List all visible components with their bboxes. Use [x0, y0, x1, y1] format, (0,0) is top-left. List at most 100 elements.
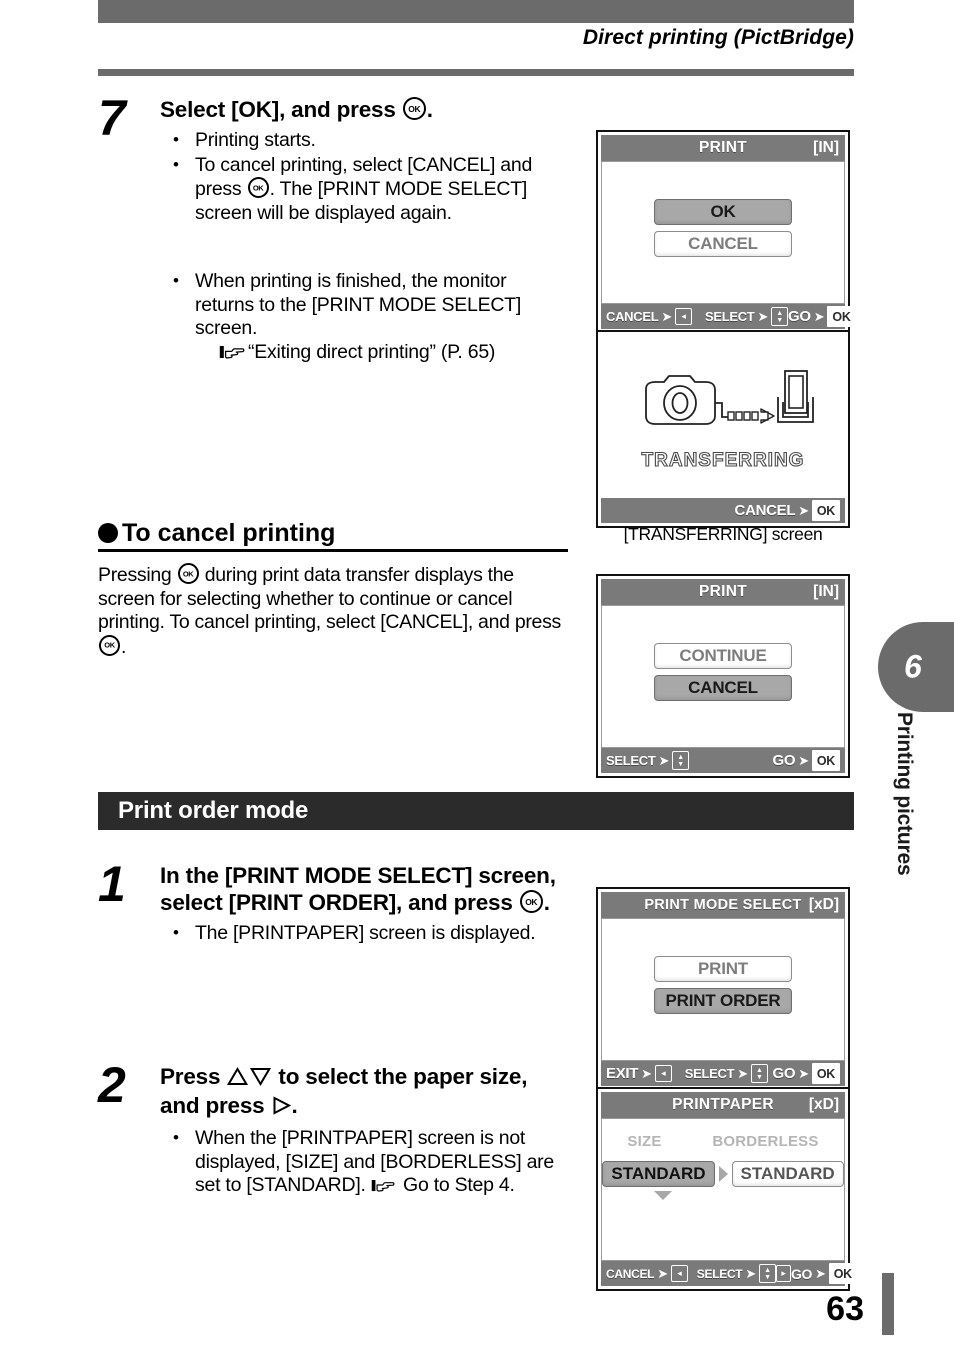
footer-cancel-label: CANCEL	[606, 1266, 655, 1281]
arrow-right-icon: ➤	[815, 1266, 826, 1281]
ok-button-icon	[177, 563, 199, 584]
step-2: 2 Press to select the paper size, and pr…	[98, 1060, 568, 1201]
page-number-rule	[882, 1273, 894, 1335]
bullet-dot-icon	[98, 523, 118, 543]
printpaper-column-labels: SIZE BORDERLESS	[602, 1119, 844, 1150]
lcd-body: OK CANCEL	[601, 161, 845, 304]
lcd-title-text: PRINTPAPER	[672, 1096, 774, 1113]
footer-hint-cancel: CANCEL ➤ ◂	[606, 308, 692, 325]
chevron-down-icon	[653, 1191, 672, 1200]
lcd-option-continue[interactable]: CONTINUE	[654, 643, 792, 669]
arrow-right-triangle-icon	[272, 1094, 291, 1121]
footer-hint-go: GO ➤ OK	[772, 750, 840, 771]
left-key-icon: ◂	[674, 308, 692, 325]
lcd-title-text: PRINT MODE SELECT	[644, 897, 802, 913]
value-borderless[interactable]: STANDARD	[731, 1161, 844, 1187]
arrow-right-icon: ➤	[657, 1266, 668, 1281]
lcd-screen-printpaper: PRINTPAPER [xD] SIZE BORDERLESS STANDARD…	[596, 1087, 857, 1291]
arrow-right-icon: ➤	[745, 1266, 756, 1281]
lcd-card-indicator: [IN]	[813, 139, 839, 156]
camera-to-printer-icon	[645, 370, 814, 425]
chapter-label: Printing pictures	[893, 712, 916, 876]
ok-key-icon: OK	[811, 750, 840, 771]
page-number: 63	[826, 1290, 864, 1328]
footer-go-label: GO	[772, 1065, 796, 1082]
step-7-note: When printing is finished, the monitor r…	[98, 269, 568, 368]
ok-key-icon: OK	[828, 1263, 857, 1284]
lcd-footer-bar: EXIT ➤ ◂ SELECT ➤ ▲ ▼ GO ➤ OK	[601, 1061, 845, 1086]
footer-select-label: SELECT	[606, 753, 656, 768]
arrow-right-icon: ➤	[757, 309, 769, 324]
step-1: 1 In the [PRINT MODE SELECT] screen, sel…	[98, 856, 568, 946]
updown-key-icon: ▲ ▼	[771, 307, 789, 326]
cross-reference-text: “Exiting direct printing” (P. 65)	[248, 340, 496, 363]
lcd-title-bar: PRINTPAPER [xD]	[601, 1092, 845, 1118]
updown-key-icon: ▲ ▼	[672, 751, 690, 770]
arrow-right-icon: ➤	[658, 753, 670, 768]
arrow-right-icon: ➤	[737, 1066, 748, 1081]
footer-select-label: SELECT	[704, 309, 755, 324]
arrow-right-icon: ➤	[798, 1066, 809, 1081]
header-rule	[98, 69, 854, 76]
footer-go-label: GO	[772, 752, 796, 769]
bullet-standard-part2: Go to Step 4.	[397, 1174, 515, 1196]
arrow-right-icon: ➤	[661, 309, 672, 324]
transferring-screen-caption: [TRANSFERRING] screen	[623, 524, 823, 544]
lcd-card-indicator: [xD]	[808, 896, 839, 913]
step-1-title: In the [PRINT MODE SELECT] screen, selec…	[160, 862, 568, 916]
arrow-right-icon: ➤	[641, 1066, 652, 1081]
lcd-body: PRINT PRINT ORDER	[601, 918, 845, 1061]
lcd-body: CONTINUE CANCEL	[601, 605, 845, 748]
transfer-illustration	[601, 335, 845, 446]
lcd-status-text: TRANSFERRING	[641, 449, 805, 471]
lcd-screen-print-continue: PRINT [IN] CONTINUE CANCEL SELECT ➤ ▲ ▼ G…	[596, 574, 850, 778]
step-7-number: 7	[98, 90, 126, 146]
left-key-icon: ◂	[670, 1265, 688, 1282]
pointing-hand-icon	[371, 1177, 395, 1201]
footer-hint-select: SELECT ➤ ▲ ▼	[685, 1064, 768, 1083]
lcd-option-cancel[interactable]: CANCEL	[654, 675, 792, 701]
step-7: 7 Select [OK], and press . Printing star…	[98, 90, 568, 226]
lcd-title-text: PRINT	[699, 139, 747, 156]
footer-cancel-label: CANCEL	[606, 309, 659, 324]
ok-button-icon	[519, 890, 543, 913]
cancel-para-part3: .	[121, 635, 127, 658]
step-7-title: Select [OK], and press .	[160, 96, 568, 123]
step-2-title-a: Press	[160, 1064, 227, 1089]
bullet-cancel-printing: To cancel printing, select [CANCEL] and …	[160, 153, 568, 226]
arrow-right-icon: ➤	[813, 309, 825, 324]
subsection-heading-label: To cancel printing	[122, 519, 336, 547]
lcd-card-indicator: [xD]	[808, 1096, 839, 1113]
arrow-right-icon: ➤	[798, 753, 809, 768]
lcd-title-bar: PRINT [IN]	[601, 579, 845, 605]
footer-cancel-label: CANCEL	[734, 502, 796, 519]
step-2-block: 2 Press to select the paper size, and pr…	[98, 1060, 568, 1202]
step-7-title-period: .	[426, 97, 433, 122]
step-1-number: 1	[98, 856, 126, 912]
cross-reference: “Exiting direct printing” (P. 65)	[195, 341, 568, 368]
footer-exit-label: EXIT	[606, 1065, 639, 1082]
manual-page: Direct printing (PictBridge) 7 Select [O…	[0, 0, 954, 1357]
ok-key-icon: OK	[827, 306, 856, 327]
lcd-option-cancel[interactable]: CANCEL	[654, 231, 792, 257]
lcd-title-text: PRINT	[699, 583, 747, 600]
lcd-option-ok[interactable]: OK	[654, 199, 792, 225]
left-content-column: 7 Select [OK], and press . Printing star…	[98, 90, 568, 368]
lcd-option-print-order[interactable]: PRINT ORDER	[654, 988, 792, 1014]
chevron-right-icon	[718, 1166, 728, 1182]
updown-key-icon: ▲ ▼	[750, 1064, 768, 1083]
step-2-title-period: .	[291, 1093, 298, 1118]
lcd-screen-print-ok: PRINT [IN] OK CANCEL CANCEL ➤ ◂ SELECT ➤…	[596, 130, 856, 334]
ok-button-icon	[402, 97, 426, 120]
header-top-bar	[98, 0, 854, 23]
lcd-body: TRANSFERRING	[601, 335, 845, 495]
step-2-title: Press to select the paper size, and pres…	[160, 1063, 568, 1121]
cancel-para-part1: Pressing	[98, 564, 177, 586]
lcd-body: SIZE BORDERLESS STANDARD STANDARD	[601, 1118, 845, 1261]
footer-hint-select: SELECT ➤ ▲ ▼ ▸	[697, 1264, 791, 1283]
value-size[interactable]: STANDARD	[602, 1161, 715, 1187]
lcd-screen-transferring: TRANSFERRING CANCEL ➤ OK	[596, 330, 850, 528]
lcd-option-print[interactable]: PRINT	[654, 956, 792, 982]
ok-button-icon	[99, 634, 120, 656]
footer-go-label: GO	[790, 1265, 813, 1282]
